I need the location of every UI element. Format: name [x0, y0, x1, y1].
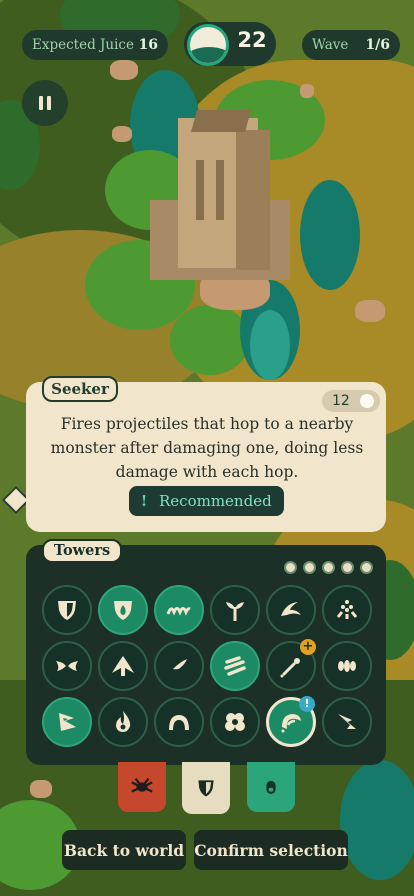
alert-icon: !: [299, 696, 315, 712]
page-dot[interactable]: [341, 561, 354, 574]
tower-cost: 12: [322, 390, 380, 412]
page-dot[interactable]: [360, 561, 373, 574]
rock: [30, 780, 52, 798]
expected-juice-label: Expected Juice: [32, 37, 134, 53]
page-dot[interactable]: [322, 561, 335, 574]
tower-roof: [191, 110, 251, 132]
tree: [250, 310, 290, 380]
tower-grid: + !: [42, 585, 372, 747]
back-to-world-button[interactable]: Back to world: [62, 830, 186, 870]
flame-shield-icon: [114, 601, 132, 620]
claw-icon: [59, 713, 76, 731]
tower-slot-arrow-burst[interactable]: [322, 697, 372, 747]
flame-icon: [116, 711, 131, 732]
rock: [300, 84, 314, 98]
tower-slot-sprout[interactable]: [210, 585, 260, 635]
seeds-icon: [338, 660, 356, 672]
tower-window: [196, 160, 204, 220]
wave-icon: [166, 607, 191, 616]
rock: [110, 60, 138, 80]
energy-orb-icon: [187, 24, 229, 66]
wave-value: 1/6: [365, 37, 390, 53]
rock: [112, 126, 132, 142]
tower-slot-claw[interactable]: [42, 697, 92, 747]
wave-label: Wave: [312, 37, 349, 53]
spider-icon: [131, 777, 153, 793]
pause-icon: [47, 96, 51, 110]
tower-slot-scissors[interactable]: [42, 641, 92, 691]
tower-slot-leaf-arch[interactable]: [98, 641, 148, 691]
wand-icon: [280, 658, 300, 678]
page-dot[interactable]: [303, 561, 316, 574]
recommended-badge: ! Recommended: [129, 486, 284, 516]
tower-window: [216, 160, 224, 220]
pause-icon: [39, 96, 43, 110]
category-tab-items[interactable]: [247, 762, 295, 812]
shield-icon: [58, 601, 76, 620]
wave-display: Wave 1/6: [302, 30, 400, 60]
tower-slot-cloud[interactable]: [210, 697, 260, 747]
page-dot[interactable]: [284, 561, 297, 574]
expected-juice-display: Expected Juice 16: [22, 30, 168, 60]
tower-slot-seeker[interactable]: !: [266, 696, 316, 747]
tower-slot-slashes[interactable]: [210, 641, 260, 691]
tree: [340, 760, 414, 880]
exclamation-icon: !: [140, 492, 148, 510]
dome-icon: [169, 715, 189, 730]
arrow-burst-icon: [338, 714, 356, 729]
energy-value: 22: [237, 28, 267, 52]
tower-slot-dome[interactable]: [154, 697, 204, 747]
recommended-label: Recommended: [159, 492, 272, 510]
towers-tab: Towers: [42, 539, 122, 563]
tower-slot-seeds[interactable]: [322, 641, 372, 691]
energy-orb-icon: [360, 394, 374, 408]
tower-slot-spray[interactable]: [322, 585, 372, 635]
spray-icon: [336, 600, 358, 619]
tower-slot-flame[interactable]: [98, 697, 148, 747]
capsule-icon: [266, 780, 276, 794]
tower-slot-flame-shield[interactable]: [98, 585, 148, 635]
seeker-hop-icon: [281, 714, 301, 733]
tower-cost-value: 12: [332, 393, 350, 409]
page-indicator[interactable]: [284, 561, 373, 574]
tower-slot-petal[interactable]: [154, 641, 204, 691]
tower-wall: [236, 130, 270, 270]
tower-slot-hook[interactable]: [266, 585, 316, 635]
tower-name-tab: Seeker: [42, 376, 118, 402]
tower-slot-shield[interactable]: [42, 585, 92, 635]
tower-slot-wave[interactable]: [154, 585, 204, 635]
petal-icon: [173, 659, 187, 670]
pause-button[interactable]: [22, 80, 68, 126]
upgrade-plus-icon: +: [300, 639, 316, 655]
tree: [300, 180, 360, 290]
rock: [355, 300, 385, 322]
category-tab-monsters[interactable]: [118, 762, 166, 812]
category-tab-towers[interactable]: [182, 762, 230, 814]
slashes-icon: [224, 656, 246, 676]
shield-icon: [198, 780, 214, 797]
leaf-arch-icon: [112, 656, 134, 676]
sprout-icon: [226, 602, 244, 621]
hook-icon: [281, 602, 301, 616]
tower-description: Fires projectiles that hop to a nearby m…: [50, 415, 364, 481]
tree: [170, 305, 250, 375]
tower-slot-wand[interactable]: +: [266, 639, 316, 691]
confirm-selection-button[interactable]: Confirm selection: [194, 830, 348, 870]
scissors-icon: [56, 661, 78, 671]
expected-juice-value: 16: [138, 37, 158, 53]
cloud-icon: [225, 713, 245, 731]
